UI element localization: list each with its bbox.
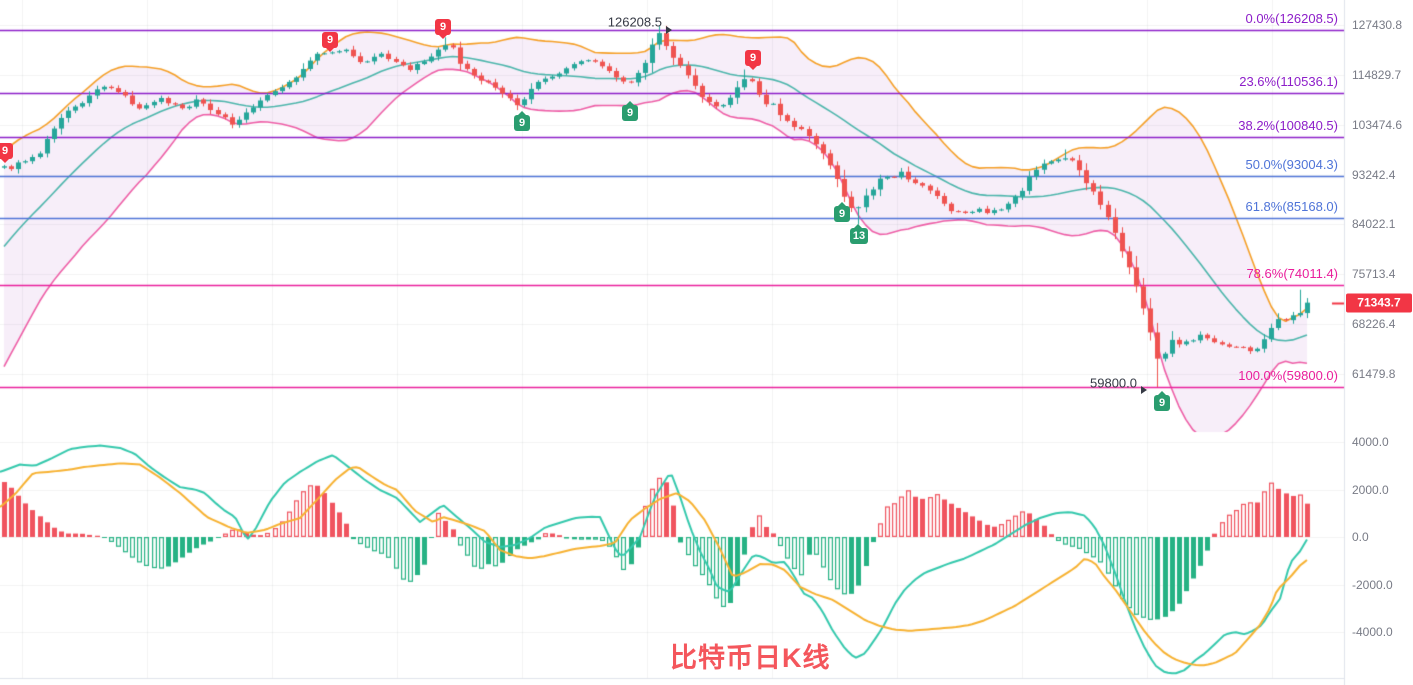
chart-canvas[interactable] bbox=[0, 0, 1413, 685]
chart-title-watermark: 比特币日K线 bbox=[670, 636, 831, 675]
kline-chart: 127430.8114829.7103474.693242.484022.175… bbox=[0, 0, 1413, 685]
last-price-badge: 71343.7 bbox=[1346, 293, 1412, 312]
